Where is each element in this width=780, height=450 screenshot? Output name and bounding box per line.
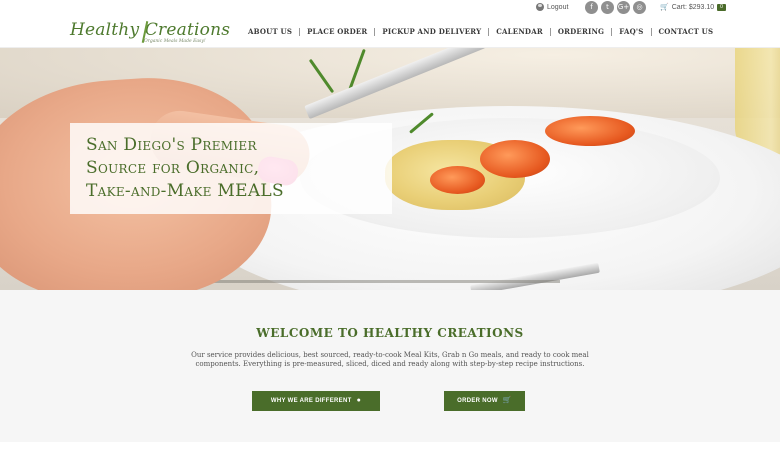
nav-pickup-delivery[interactable]: PICKUP AND DELIVERY	[382, 27, 481, 36]
cart-icon: 🛒	[660, 4, 669, 11]
logout-link[interactable]: Logout	[536, 3, 568, 11]
hero-headline: San Diego's Premier Source for Organic, …	[86, 135, 284, 201]
welcome-section: WELCOME TO HEALTHY CREATIONS Our service…	[0, 290, 780, 442]
top-utility-bar: Logout f t G+ ◎ 🛒 Cart: $293.10 0	[0, 0, 780, 16]
cart-icon: 🛒	[502, 397, 512, 404]
nav-separator	[374, 27, 376, 36]
site-logo[interactable]: Healthy Creations Organic Meals Made Eas…	[70, 20, 230, 48]
google-plus-icon[interactable]: G+	[617, 1, 630, 14]
nav-place-order[interactable]: PLACE ORDER	[307, 27, 367, 36]
hero-banner: San Diego's Premier Source for Organic, …	[0, 48, 780, 290]
order-now-button[interactable]: ORDER NOW 🛒	[444, 391, 525, 411]
facebook-icon[interactable]: f	[585, 1, 598, 14]
site-header: Healthy Creations Organic Meals Made Eas…	[0, 16, 780, 48]
nav-separator	[549, 27, 551, 36]
nav-faqs[interactable]: FAQ'S	[619, 27, 643, 36]
shrimp-image	[430, 166, 485, 194]
instagram-icon[interactable]: ◎	[633, 1, 646, 14]
social-links: f t G+ ◎	[585, 1, 646, 14]
nav-contact-us[interactable]: CONTACT US	[659, 27, 714, 36]
nav-separator	[650, 27, 652, 36]
footer-strip	[0, 442, 780, 450]
twitter-icon[interactable]: t	[601, 1, 614, 14]
cart-link[interactable]: 🛒 Cart: $293.10 0	[660, 3, 726, 11]
nav-ordering[interactable]: ORDERING	[558, 27, 604, 36]
hero-caption-box: San Diego's Premier Source for Organic, …	[70, 123, 392, 214]
order-now-label: ORDER NOW	[457, 398, 498, 404]
why-different-label: WHY WE ARE DIFFERENT	[270, 398, 352, 404]
nav-calendar[interactable]: CALENDAR	[496, 27, 543, 36]
cart-count-badge: 0	[717, 3, 726, 11]
nav-separator	[299, 27, 301, 36]
why-different-button[interactable]: WHY WE ARE DIFFERENT ●	[252, 391, 380, 411]
welcome-heading: WELCOME TO HEALTHY CREATIONS	[256, 326, 524, 340]
logout-label: Logout	[547, 3, 569, 11]
main-nav: ABOUT US PLACE ORDER PICKUP AND DELIVERY…	[248, 27, 713, 36]
chat-bubble-icon: ●	[356, 397, 362, 404]
shrimp-image	[545, 116, 635, 146]
logo-tagline: Organic Meals Made Easy!	[144, 39, 206, 44]
cart-total: Cart: $293.10	[671, 3, 715, 11]
logo-wordmark: Healthy Creations	[70, 20, 231, 40]
nav-about-us[interactable]: ABOUT US	[248, 27, 292, 36]
user-icon	[536, 3, 544, 11]
welcome-description: Our service provides delicious, best sou…	[191, 351, 589, 368]
shrimp-image	[480, 140, 550, 178]
nav-separator	[488, 27, 490, 36]
nav-separator	[611, 27, 613, 36]
